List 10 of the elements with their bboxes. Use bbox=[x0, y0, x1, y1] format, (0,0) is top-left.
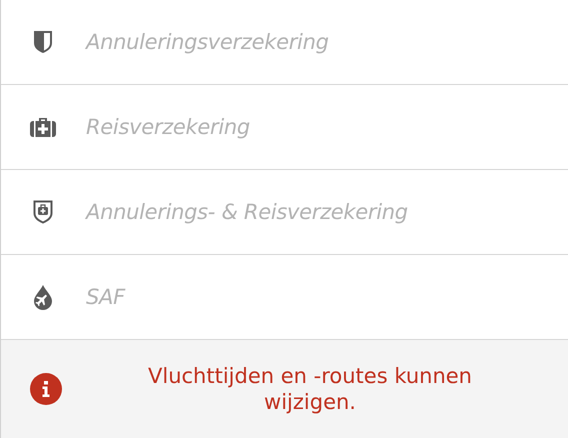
option-label: Annuleringsverzekering bbox=[86, 30, 329, 54]
shield-medical-icon bbox=[33, 200, 53, 224]
medical-case-icon bbox=[29, 116, 57, 138]
option-label: Reisverzekering bbox=[86, 115, 250, 139]
drop-plane-icon bbox=[33, 284, 53, 310]
notice-text: Vluchttijden en -routes kunnen wijzigen. bbox=[147, 362, 473, 416]
option-label: Annulerings- & Reisverzekering bbox=[86, 200, 408, 224]
info-icon bbox=[30, 373, 62, 405]
option-label: SAF bbox=[86, 285, 125, 309]
shield-icon bbox=[33, 30, 53, 54]
